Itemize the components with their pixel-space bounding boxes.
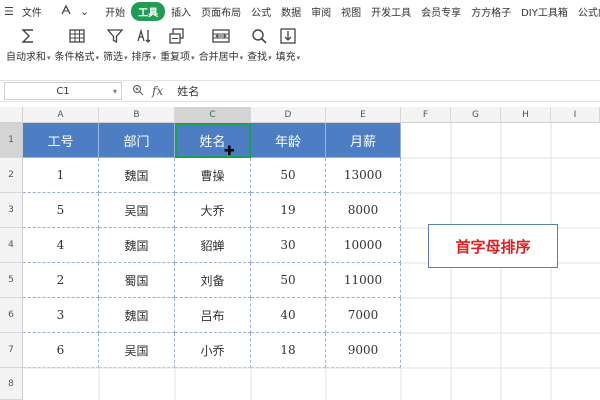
funnel-icon <box>104 25 126 47</box>
conditional-format-button[interactable]: 条件格式 <box>55 22 100 63</box>
chevron-down-icon[interactable]: ⌄ <box>76 5 93 18</box>
menu-tab-insert[interactable]: 插入 <box>167 2 195 21</box>
filter-label: 筛选 <box>103 48 128 63</box>
search-icon <box>248 25 270 47</box>
formula-bar: C1 ▾ fx 姓名 <box>0 80 600 102</box>
autosum-label: 自动求和 <box>6 48 51 63</box>
merge-center-label: 合并居中 <box>199 48 244 63</box>
spreadsheet-grid: A B C D E F G H I 1 2 3 4 5 6 7 8 工号 部门 … <box>0 107 600 400</box>
fill-down-icon <box>277 25 299 47</box>
zoom-icon[interactable] <box>132 84 144 99</box>
menu-tab-formulas[interactable]: 公式 <box>247 2 275 21</box>
sort-note-textbox[interactable]: 首字母排序 <box>428 224 558 268</box>
menu-tab-developer[interactable]: 开发工具 <box>367 2 415 21</box>
menu-bar: ☰ 文件 ⌄ 开始 工具 插入 页面布局 公式 数据 审阅 视图 开发工具 会员… <box>0 0 600 22</box>
menu-tab-member[interactable]: 会员专享 <box>417 2 465 21</box>
sort-button[interactable]: 排序 <box>132 22 157 63</box>
merge-center-button[interactable]: 合并居中 <box>199 22 244 63</box>
menu-file[interactable]: 文件 <box>18 2 46 21</box>
menu-tab-fangfang[interactable]: 方方格子 <box>467 2 515 21</box>
sort-label: 排序 <box>132 48 157 63</box>
formula-input[interactable]: 姓名 <box>177 83 199 99</box>
menu-tab-tools[interactable]: 工具 <box>131 1 166 21</box>
menu-tab-view[interactable]: 视图 <box>337 2 365 21</box>
sort-icon <box>133 25 155 47</box>
duplicates-button[interactable]: 重复项 <box>160 22 195 63</box>
fill-label: 填充 <box>276 48 301 63</box>
menu-tab-review[interactable]: 审阅 <box>307 2 335 21</box>
find-button[interactable]: 查找 <box>247 22 272 63</box>
table-grid-icon <box>66 25 88 47</box>
conditional-format-label: 条件格式 <box>55 48 100 63</box>
menu-tab-diy-toolbox[interactable]: DIY工具箱 <box>517 2 572 21</box>
menu-tab-formula-wizard[interactable]: 公式向导 <box>574 2 600 21</box>
format-painter-icon[interactable] <box>56 4 76 19</box>
hamburger-menu-icon[interactable]: ☰ <box>0 5 18 18</box>
sigma-icon <box>17 25 39 47</box>
fill-button[interactable]: 填充 <box>276 22 301 63</box>
menu-tab-page-layout[interactable]: 页面布局 <box>197 2 245 21</box>
menu-tab-data[interactable]: 数据 <box>277 2 305 21</box>
name-box-value: C1 <box>56 85 70 97</box>
filter-button[interactable]: 筛选 <box>103 22 128 63</box>
duplicate-icon <box>166 25 188 47</box>
merge-center-icon <box>210 25 232 47</box>
chevron-down-icon[interactable]: ▾ <box>113 87 117 96</box>
name-box[interactable]: C1 ▾ <box>4 82 122 100</box>
find-label: 查找 <box>247 48 272 63</box>
insert-function-icon[interactable]: fx <box>152 84 163 98</box>
autosum-button[interactable]: 自动求和 <box>6 22 51 63</box>
duplicates-label: 重复项 <box>160 48 195 63</box>
menu-tab-home[interactable]: 开始 <box>101 2 129 21</box>
ribbon-toolbar: 自动求和 条件格式 筛选 排序 重复项 合并居中 查找 <box>0 22 600 72</box>
cell-cursor-icon: ✚ <box>224 144 235 159</box>
